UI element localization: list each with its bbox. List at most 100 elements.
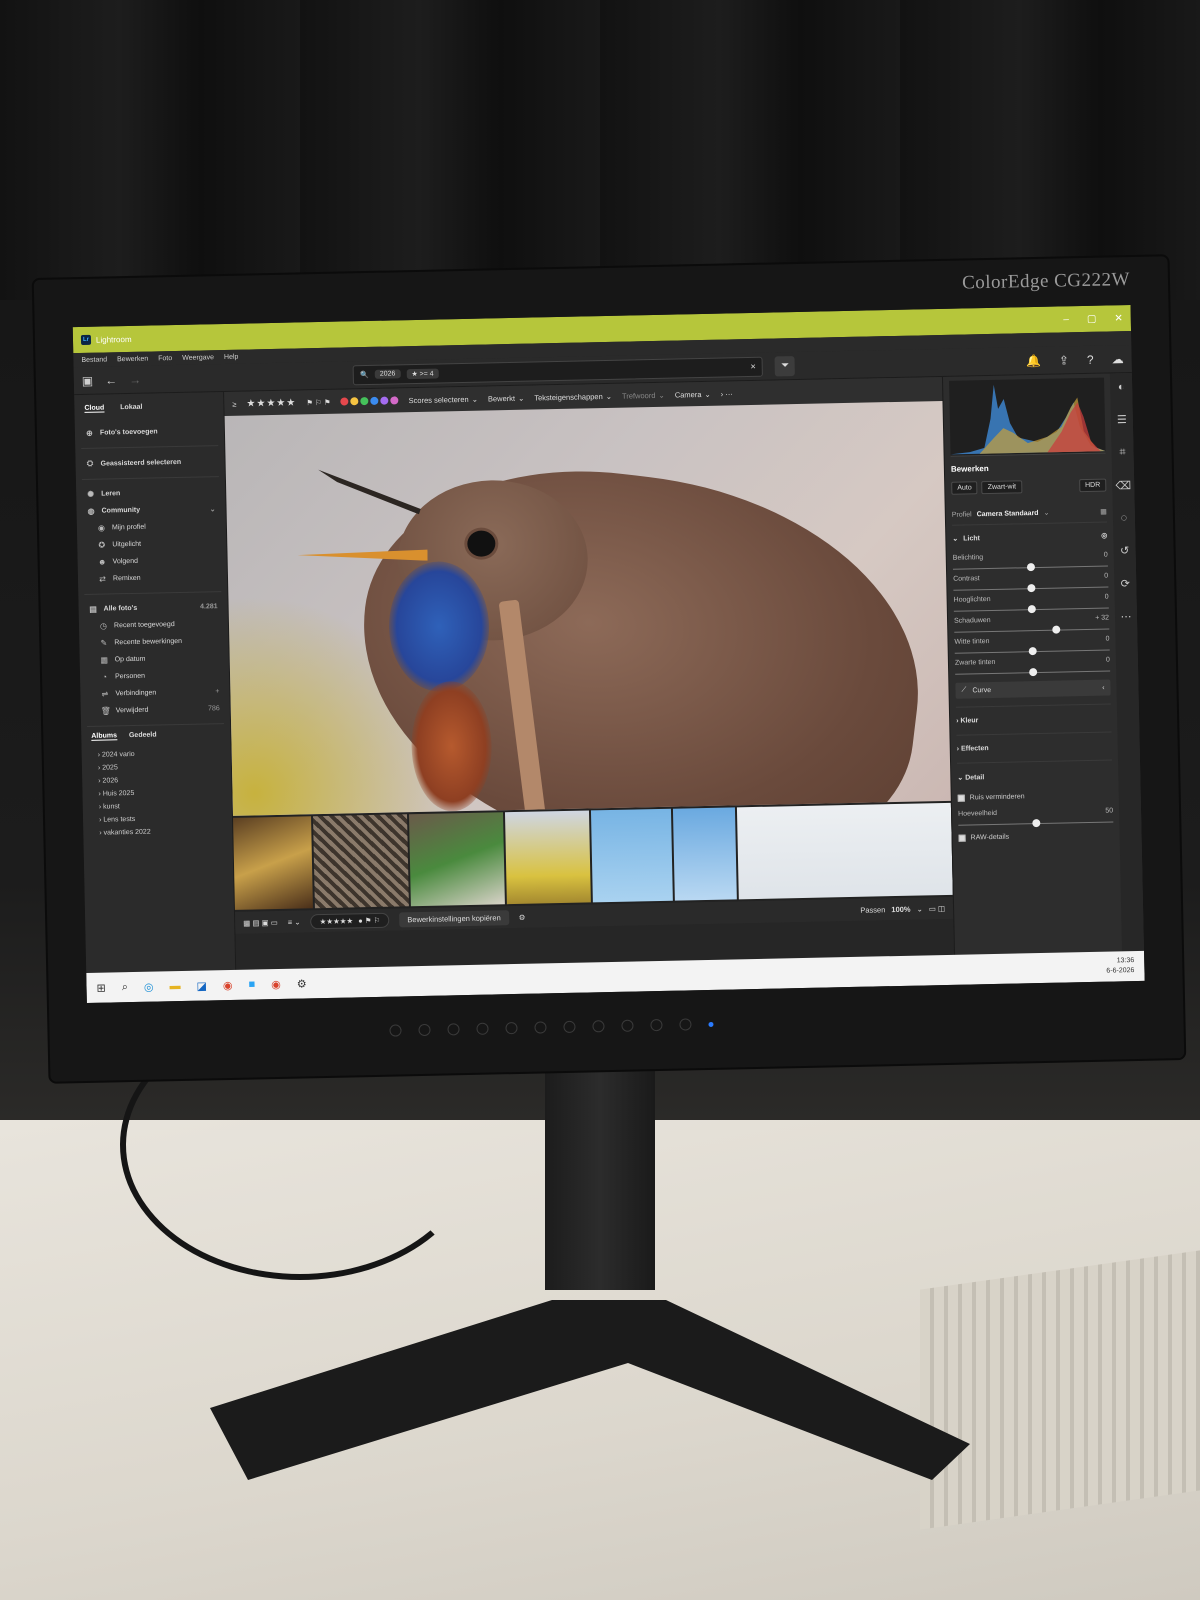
slider-contrast[interactable]: Contrast 0 [953,573,1109,593]
forward-arrow-icon[interactable]: → [129,372,141,386]
copy-edits-button[interactable]: Bewerkinstellingen kopiëren [399,909,509,927]
minimize-button[interactable]: – [1063,314,1069,325]
bell-icon[interactable]: 🔔 [1026,353,1041,367]
text-properties-dropdown[interactable]: Teksteigenschappen ⌄ [534,391,612,402]
chrome-icon[interactable]: ◉ [271,977,281,990]
tab-albums[interactable]: Albums [91,732,118,741]
monitor-button[interactable] [476,1022,489,1035]
eraser-icon[interactable]: ⌫ [1115,479,1131,492]
folder-icon[interactable]: ▬ [169,980,180,992]
slider-belichting[interactable]: Belichting 0 [953,552,1108,572]
thumbnail[interactable] [504,810,591,905]
monitor-button[interactable] [505,1021,518,1035]
rating-operator[interactable]: ≥ [232,399,236,408]
chevron-down-icon[interactable]: ⌄ [916,904,922,913]
add-photos-button[interactable]: ⊕ Foto's toevoegen [81,422,218,442]
close-button[interactable]: ✕ [1114,313,1123,324]
scores-dropdown[interactable]: Scores selecteren ⌄ [409,394,479,404]
curve-section[interactable]: ⟋ Curve ‹ [955,679,1111,699]
edge-icon[interactable]: ◎ [144,980,154,993]
auto-button[interactable]: Auto [951,481,978,495]
menu-photo[interactable]: Foto [158,355,172,362]
keyword-dropdown[interactable]: Trefwoord ⌄ [622,390,665,400]
color-section-header[interactable]: › Kleur [955,703,1112,735]
hdr-button[interactable]: HDR [1078,478,1107,493]
presets-icon[interactable]: ◐ [1118,381,1125,393]
eye-icon[interactable]: ◎ [1101,532,1107,540]
slider-knob[interactable] [1028,647,1037,656]
black-white-button[interactable]: Zwart-wit [981,480,1023,495]
menu-help[interactable]: Help [224,353,239,360]
add-connection-icon[interactable]: + [215,688,219,695]
system-clock[interactable]: 13:36 6-6-2026 [1106,956,1134,977]
cloud-icon[interactable]: ☁ [1111,352,1123,366]
monitor-button[interactable] [650,1018,663,1032]
search-clear-icon[interactable]: ✕ [750,362,756,370]
lightroom-taskbar-icon[interactable]: ■ [248,978,255,990]
compare-icon[interactable]: ▭ ◫ [929,904,945,913]
flag-icon[interactable]: ● ⚑ ⚐ [358,915,380,924]
search-icon[interactable]: ⌕ [122,981,128,994]
thumbnail[interactable] [672,807,737,901]
color-dot[interactable] [370,396,379,405]
sidebar-item-deleted[interactable]: 🗑 Verwijderd 786 [87,700,224,720]
maximize-button[interactable]: ▢ [1087,313,1097,324]
help-icon[interactable]: ? [1087,352,1094,366]
main-photo[interactable] [224,400,951,816]
outlook-icon[interactable]: ◪ [196,979,207,992]
noise-reduction-checkbox[interactable]: Ruis verminderen [957,788,1113,804]
windows-start-icon[interactable]: ⊞ [96,981,105,994]
more-icon[interactable]: ⋯ [1120,610,1131,623]
monitor-button[interactable] [534,1021,547,1034]
assisted-select-button[interactable]: ⛭ Geassisteerd selecteren [81,452,218,473]
monitor-button[interactable] [447,1023,460,1036]
album-item[interactable]: › vakanties 2022 [89,824,226,840]
rating-flag-pill[interactable]: ★★★★★ ● ⚑ ⚐ [310,912,390,929]
color-dot[interactable] [380,396,389,405]
share-icon[interactable]: ⇪ [1059,353,1069,367]
slider-knob[interactable] [1027,605,1036,614]
color-dot[interactable] [390,396,399,405]
masking-icon[interactable]: ◌ [1121,512,1128,524]
tab-shared[interactable]: Gedeeld [129,731,157,740]
slider-zwarte-tinten[interactable]: Zwarte tinten 0 [955,657,1111,677]
chrome-icon[interactable]: ◉ [223,978,233,991]
zoom-level[interactable]: 100% [891,904,910,913]
sort-icon[interactable]: ≡ ⌄ [288,917,301,926]
slider-knob[interactable] [1026,563,1035,572]
monitor-button[interactable] [592,1020,605,1033]
monitor-button[interactable] [418,1023,431,1037]
slider-schaduwen[interactable]: Schaduwen + 32 [954,615,1110,634]
camera-dropdown[interactable]: Camera ⌄ [675,389,711,399]
light-section-header[interactable]: ⌄ Licht ◎ [952,523,1107,549]
color-dot[interactable] [340,397,349,406]
menu-edit[interactable]: Bewerken [117,355,148,363]
back-arrow-icon[interactable]: ← [105,373,117,387]
power-button[interactable] [679,1018,692,1031]
menu-view[interactable]: Weergave [182,354,214,362]
search-chip-rating[interactable]: ★ >= 4 [406,368,439,379]
slider-witte-tinten[interactable]: Witte tinten 0 [954,636,1110,656]
slider-knob[interactable] [1031,819,1040,828]
edited-dropdown[interactable]: Bewerkt ⌄ [488,393,525,403]
raw-details-checkbox[interactable]: RAW-details [958,828,1113,844]
search-chip-year[interactable]: 2026 [374,369,401,379]
slider-amount[interactable]: Hoeveelheid 50 [958,807,1114,828]
panel-toggle-icon[interactable]: ▣ [82,373,94,387]
thumbnail[interactable] [313,814,409,909]
sidebar-item-remix[interactable]: ⇄ Remixen [84,568,221,588]
slider-hooglichten[interactable]: Hooglichten 0 [954,594,1109,614]
thumbnail[interactable] [233,816,313,910]
monitor-button[interactable] [621,1019,634,1032]
monitor-button[interactable] [389,1024,402,1037]
settings-gear-icon[interactable]: ⚙ [519,912,526,921]
crop-icon[interactable]: ⌗ [1119,446,1125,459]
slider-knob[interactable] [1052,625,1061,634]
slider-knob[interactable] [1028,668,1037,677]
color-dot[interactable] [350,397,359,406]
thumbnail[interactable] [408,812,505,907]
edit-sliders-icon[interactable]: ☰ [1117,413,1127,426]
more-filters-button[interactable]: › ··· [721,389,733,398]
fit-label[interactable]: Passen [860,905,885,915]
color-label-filter[interactable] [340,396,399,406]
